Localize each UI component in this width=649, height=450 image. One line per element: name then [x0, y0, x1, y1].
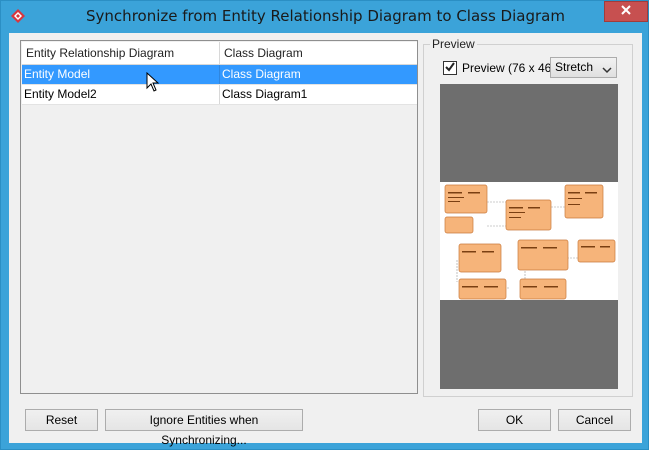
visual-paradigm-icon — [10, 8, 26, 24]
diagram-thumbnail — [440, 182, 618, 300]
ok-button[interactable]: OK — [478, 409, 551, 431]
cell-erd[interactable]: Entity Model2 — [22, 85, 220, 104]
ignore-entities-button[interactable]: Ignore Entities when Synchronizing... — [105, 409, 303, 447]
preview-group-label: Preview — [430, 37, 477, 51]
preview-checkbox[interactable] — [443, 61, 457, 75]
preview-canvas — [440, 84, 618, 389]
mapping-table: Entity Relationship Diagram Class Diagra… — [20, 40, 418, 394]
cell-erd[interactable]: Entity Model — [22, 65, 220, 84]
window-title: Synchronize from Entity Relationship Dia… — [86, 7, 565, 25]
preview-group: Preview Preview (76 x 46) Stretch — [423, 37, 633, 397]
preview-checkbox-label[interactable]: Preview — [462, 61, 505, 75]
column-header-erd[interactable]: Entity Relationship Diagram — [22, 42, 220, 65]
chevron-down-icon — [602, 62, 612, 74]
cell-class-diagram[interactable]: Class Diagram — [220, 65, 417, 84]
table-header: Entity Relationship Diagram Class Diagra… — [22, 42, 417, 65]
mouse-cursor-icon — [146, 71, 160, 92]
close-icon — [620, 4, 632, 19]
dialog-content: Entity Relationship Diagram Class Diagra… — [9, 33, 642, 447]
preview-size-text: (76 x 46) — [508, 61, 556, 75]
checkmark-icon — [444, 61, 456, 76]
preview-mode-value: Stretch — [555, 60, 594, 74]
reset-button[interactable]: Reset — [25, 409, 98, 431]
dialog-window: Synchronize from Entity Relationship Dia… — [0, 0, 649, 450]
table-row[interactable]: Entity Model Class Diagram — [22, 65, 417, 85]
title-bar[interactable]: Synchronize from Entity Relationship Dia… — [1, 1, 649, 33]
table-row[interactable]: Entity Model2 Class Diagram1 — [22, 85, 417, 105]
cell-class-diagram[interactable]: Class Diagram1 — [220, 85, 417, 104]
cancel-button[interactable]: Cancel — [558, 409, 631, 431]
column-header-class-diagram[interactable]: Class Diagram — [220, 42, 417, 65]
close-button[interactable] — [604, 1, 648, 22]
preview-mode-select[interactable]: Stretch — [550, 57, 617, 78]
